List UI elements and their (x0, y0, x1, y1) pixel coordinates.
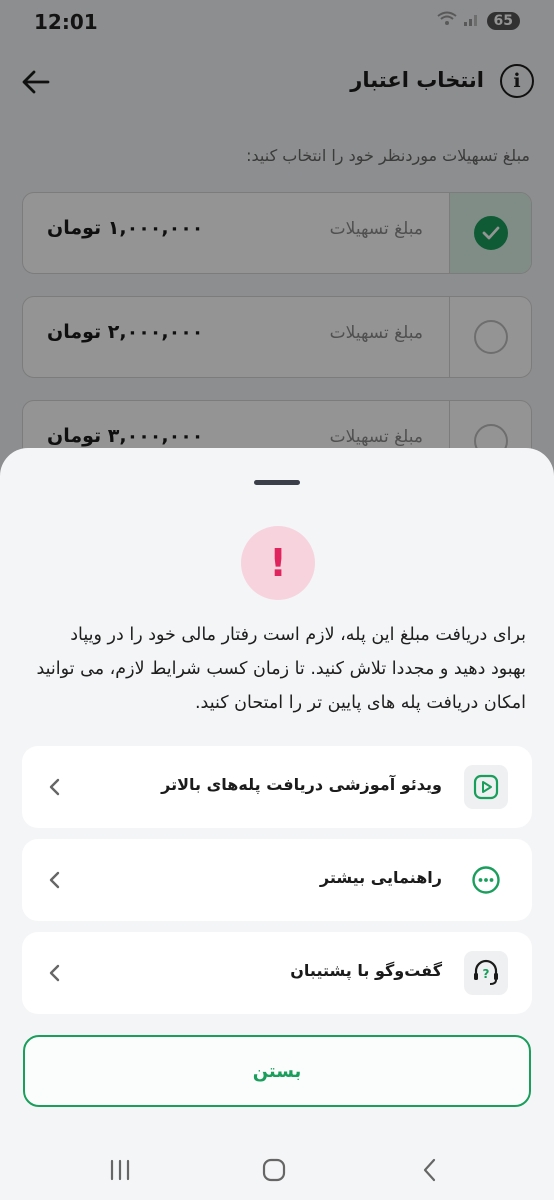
chevron-left-icon (49, 964, 60, 982)
bottom-sheet: ! برای دریافت مبلغ این پله، لازم است رفت… (0, 448, 554, 1200)
chevron-back-icon (423, 1158, 436, 1182)
home-icon (262, 1158, 286, 1182)
system-nav-bar (0, 1138, 554, 1200)
more-dots-icon (464, 858, 508, 902)
recent-apps-icon (110, 1159, 130, 1181)
close-button[interactable]: بستن (23, 1035, 531, 1107)
chat-support-row[interactable]: ? گفت‌وگو با پشتیبان (22, 932, 532, 1014)
exclamation-icon: ! (269, 541, 287, 585)
row-label: راهنمایی بیشتر (319, 868, 442, 887)
more-guidance-row[interactable]: راهنمایی بیشتر (22, 839, 532, 921)
sheet-message: برای دریافت مبلغ این پله، لازم است رفتار… (36, 625, 526, 713)
sheet-drag-handle[interactable] (254, 480, 300, 485)
svg-text:?: ? (483, 967, 490, 981)
app-screen: 12:01 65 انتخاب اعتبار i مبلغ تسهیلات مو… (0, 0, 554, 1200)
home-button[interactable] (254, 1152, 294, 1188)
alert-badge: ! (241, 526, 315, 600)
support-headset-icon: ? (464, 951, 508, 995)
row-label: ویدئو آموزشی دریافت پله‌های بالاتر (161, 775, 442, 794)
video-tutorial-row[interactable]: ویدئو آموزشی دریافت پله‌های بالاتر (22, 746, 532, 828)
row-label: گفت‌وگو با پشتیبان (290, 961, 442, 980)
system-back-button[interactable] (410, 1152, 450, 1188)
chevron-left-icon (49, 778, 60, 796)
chevron-left-icon (49, 871, 60, 889)
recent-apps-button[interactable] (100, 1152, 140, 1188)
close-button-label: بستن (252, 1060, 302, 1082)
play-video-icon (464, 765, 508, 809)
